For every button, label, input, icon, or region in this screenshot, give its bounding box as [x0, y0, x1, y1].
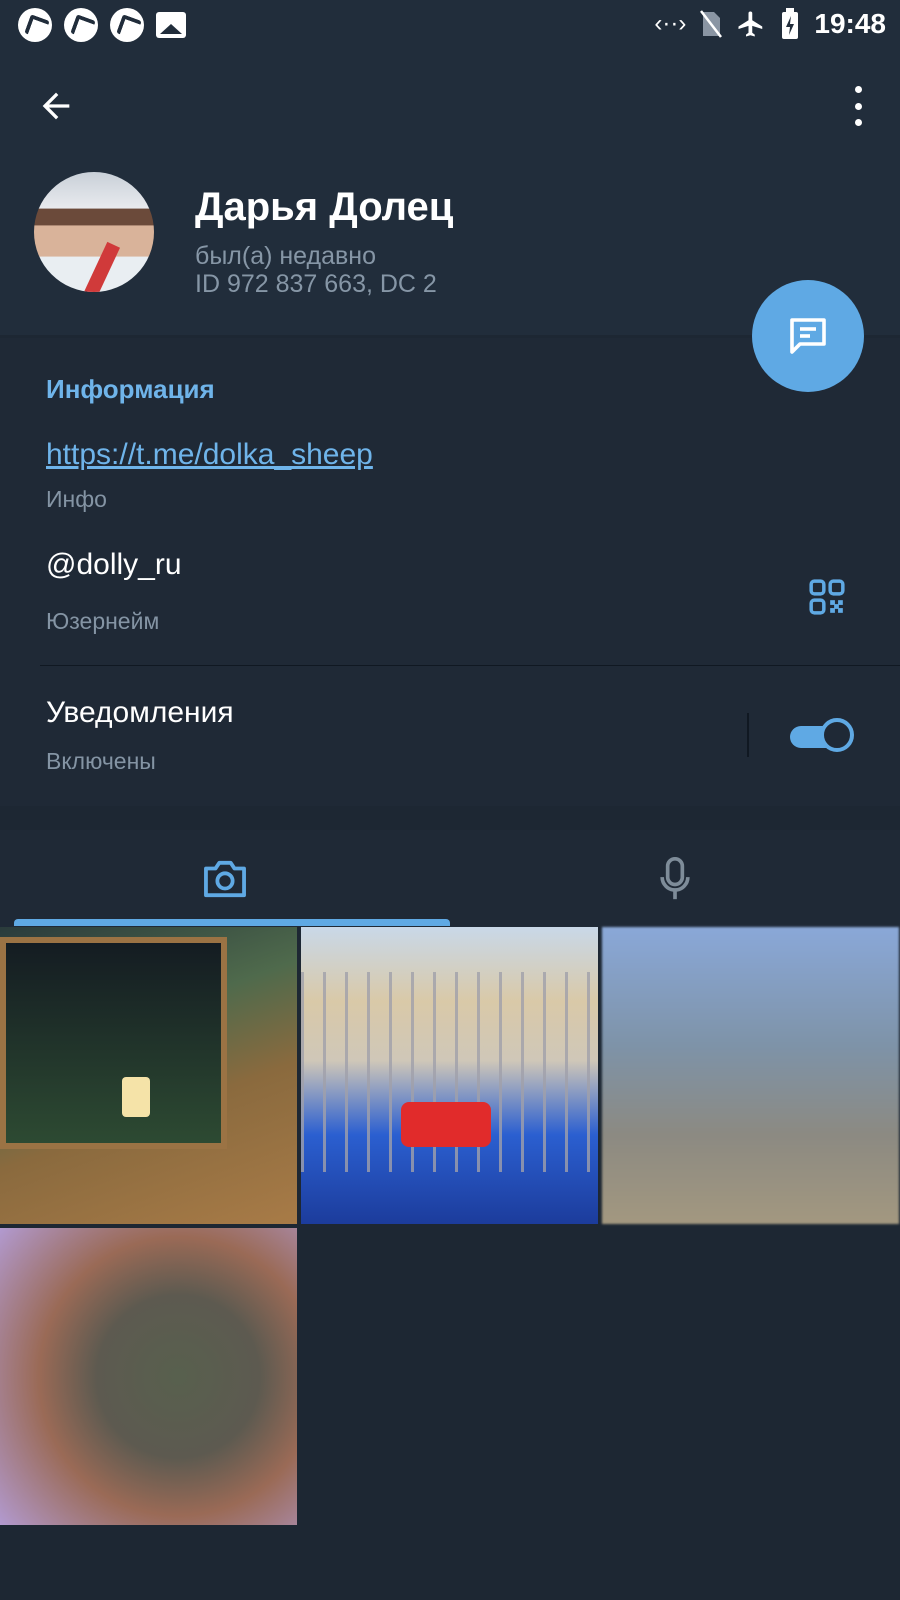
divider	[40, 665, 900, 666]
username[interactable]: @dolly_ru	[46, 548, 182, 582]
notifications-toggle[interactable]	[790, 716, 858, 756]
app-notification-icon	[18, 8, 52, 42]
info-section: Информация https://t.me/dolka_sheep Инфо…	[0, 338, 900, 806]
notifications-title[interactable]: Уведомления	[46, 696, 234, 730]
airplane-mode-icon	[738, 11, 763, 37]
profile-link[interactable]: https://t.me/dolka_sheep	[46, 438, 373, 472]
back-button[interactable]	[36, 86, 76, 126]
clock: 19:48	[814, 8, 886, 39]
media-photo[interactable]	[301, 927, 598, 1224]
user-id: ID 972 837 663, DC 2	[195, 270, 437, 298]
camera-icon	[204, 860, 246, 897]
more-vertical-icon	[854, 86, 862, 93]
more-menu-button[interactable]	[852, 86, 864, 126]
media-photo[interactable]	[602, 927, 899, 1224]
media-photo[interactable]	[0, 927, 297, 1224]
profile-name: Дарья Долец	[195, 185, 454, 229]
notifications-state: Включены	[46, 748, 156, 774]
username-label: Юзернейм	[46, 608, 160, 634]
microphone-icon	[660, 856, 690, 899]
message-icon	[790, 318, 826, 354]
app-notification-icon	[110, 8, 144, 42]
image-icon	[156, 12, 186, 38]
app-notification-icon	[64, 8, 98, 42]
data-transfer-icon: ‹··›	[654, 10, 687, 37]
no-sim-icon	[700, 10, 723, 38]
status-bar-notifications	[18, 8, 186, 42]
last-seen-status: был(а) недавно	[195, 242, 377, 270]
section-title: Информация	[46, 374, 215, 404]
active-tab-indicator	[14, 919, 450, 926]
link-label: Инфо	[46, 486, 107, 512]
avatar[interactable]	[34, 172, 154, 292]
status-bar-system: ‹··› 19:48	[654, 8, 886, 40]
status-bar: ‹··› 19:48	[0, 0, 900, 50]
media-photo[interactable]	[0, 1228, 297, 1525]
profile-header: Дарья Долец был(а) недавно ID 972 837 66…	[0, 50, 900, 335]
send-message-button[interactable]	[752, 280, 864, 392]
battery-charging-icon	[782, 8, 799, 39]
tab-photos[interactable]	[0, 830, 450, 927]
divider	[747, 713, 749, 757]
tab-voice[interactable]	[450, 830, 900, 927]
qr-code-icon[interactable]	[808, 578, 846, 616]
media-tabs	[0, 830, 900, 927]
